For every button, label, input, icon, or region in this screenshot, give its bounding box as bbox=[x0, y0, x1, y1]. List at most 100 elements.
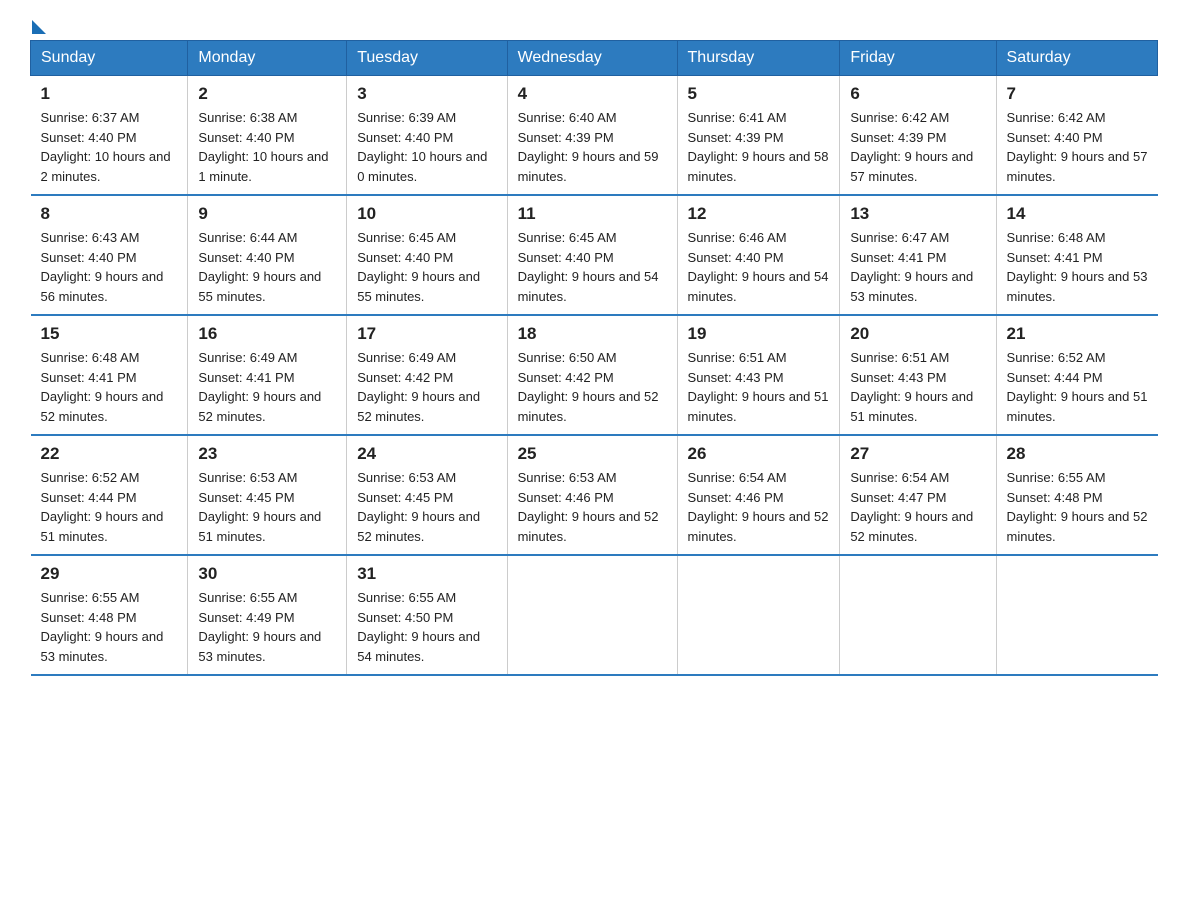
day-cell-27: 27 Sunrise: 6:54 AMSunset: 4:47 PMDayligh… bbox=[840, 435, 996, 555]
day-info: Sunrise: 6:53 AMSunset: 4:45 PMDaylight:… bbox=[198, 468, 336, 546]
day-cell-18: 18 Sunrise: 6:50 AMSunset: 4:42 PMDayligh… bbox=[507, 315, 677, 435]
day-cell-2: 2Sunrise: 6:38 AMSunset: 4:40 PMDaylight… bbox=[188, 76, 347, 196]
weekday-header-monday: Monday bbox=[188, 41, 347, 76]
day-cell-8: 8 Sunrise: 6:43 AMSunset: 4:40 PMDaylight… bbox=[31, 195, 188, 315]
day-cell-31: 31Sunrise: 6:55 AMSunset: 4:50 PMDayligh… bbox=[347, 555, 507, 675]
empty-cell bbox=[677, 555, 840, 675]
day-number: 12 bbox=[688, 204, 830, 224]
day-info: Sunrise: 6:51 AMSunset: 4:43 PMDaylight:… bbox=[850, 348, 985, 426]
day-number: 19 bbox=[688, 324, 830, 344]
day-cell-13: 13 Sunrise: 6:47 AMSunset: 4:41 PMDayligh… bbox=[840, 195, 996, 315]
day-number: 28 bbox=[1007, 444, 1148, 464]
day-cell-23: 23 Sunrise: 6:53 AMSunset: 4:45 PMDayligh… bbox=[188, 435, 347, 555]
day-info: Sunrise: 6:48 AMSunset: 4:41 PMDaylight:… bbox=[41, 348, 178, 426]
day-number: 27 bbox=[850, 444, 985, 464]
day-number: 25 bbox=[518, 444, 667, 464]
logo bbox=[30, 20, 46, 30]
day-cell-25: 25Sunrise: 6:53 AMSunset: 4:46 PMDayligh… bbox=[507, 435, 677, 555]
day-cell-4: 4 Sunrise: 6:40 AMSunset: 4:39 PMDaylight… bbox=[507, 76, 677, 196]
day-cell-10: 10 Sunrise: 6:45 AMSunset: 4:40 PMDayligh… bbox=[347, 195, 507, 315]
day-info: Sunrise: 6:44 AMSunset: 4:40 PMDaylight:… bbox=[198, 228, 336, 306]
day-cell-28: 28 Sunrise: 6:55 AMSunset: 4:48 PMDayligh… bbox=[996, 435, 1157, 555]
week-row-5: 29 Sunrise: 6:55 AMSunset: 4:48 PMDayligh… bbox=[31, 555, 1158, 675]
day-cell-16: 16 Sunrise: 6:49 AMSunset: 4:41 PMDayligh… bbox=[188, 315, 347, 435]
day-info: Sunrise: 6:55 AMSunset: 4:49 PMDaylight:… bbox=[198, 588, 336, 666]
week-row-1: 1 Sunrise: 6:37 AMSunset: 4:40 PMDaylight… bbox=[31, 76, 1158, 196]
day-cell-29: 29 Sunrise: 6:55 AMSunset: 4:48 PMDayligh… bbox=[31, 555, 188, 675]
day-info: Sunrise: 6:39 AMSunset: 4:40 PMDaylight:… bbox=[357, 108, 496, 186]
day-info: Sunrise: 6:55 AMSunset: 4:48 PMDaylight:… bbox=[1007, 468, 1148, 546]
day-info: Sunrise: 6:37 AMSunset: 4:40 PMDaylight:… bbox=[41, 108, 178, 186]
day-number: 5 bbox=[688, 84, 830, 104]
day-cell-30: 30 Sunrise: 6:55 AMSunset: 4:49 PMDayligh… bbox=[188, 555, 347, 675]
day-number: 4 bbox=[518, 84, 667, 104]
day-info: Sunrise: 6:45 AMSunset: 4:40 PMDaylight:… bbox=[357, 228, 496, 306]
weekday-header-wednesday: Wednesday bbox=[507, 41, 677, 76]
day-number: 30 bbox=[198, 564, 336, 584]
day-number: 22 bbox=[41, 444, 178, 464]
day-info: Sunrise: 6:49 AMSunset: 4:41 PMDaylight:… bbox=[198, 348, 336, 426]
day-number: 26 bbox=[688, 444, 830, 464]
day-cell-7: 7Sunrise: 6:42 AMSunset: 4:40 PMDaylight… bbox=[996, 76, 1157, 196]
day-cell-17: 17 Sunrise: 6:49 AMSunset: 4:42 PMDayligh… bbox=[347, 315, 507, 435]
day-info: Sunrise: 6:45 AMSunset: 4:40 PMDaylight:… bbox=[518, 228, 667, 306]
day-info: Sunrise: 6:42 AMSunset: 4:40 PMDaylight:… bbox=[1007, 108, 1148, 186]
day-number: 16 bbox=[198, 324, 336, 344]
day-number: 1 bbox=[41, 84, 178, 104]
day-cell-26: 26 Sunrise: 6:54 AMSunset: 4:46 PMDayligh… bbox=[677, 435, 840, 555]
weekday-header-sunday: Sunday bbox=[31, 41, 188, 76]
day-number: 24 bbox=[357, 444, 496, 464]
weekday-header-thursday: Thursday bbox=[677, 41, 840, 76]
day-number: 29 bbox=[41, 564, 178, 584]
logo-arrow-icon bbox=[32, 20, 46, 34]
day-number: 2 bbox=[198, 84, 336, 104]
day-number: 13 bbox=[850, 204, 985, 224]
day-number: 18 bbox=[518, 324, 667, 344]
day-info: Sunrise: 6:46 AMSunset: 4:40 PMDaylight:… bbox=[688, 228, 830, 306]
day-number: 8 bbox=[41, 204, 178, 224]
day-number: 15 bbox=[41, 324, 178, 344]
day-number: 9 bbox=[198, 204, 336, 224]
week-row-2: 8 Sunrise: 6:43 AMSunset: 4:40 PMDaylight… bbox=[31, 195, 1158, 315]
day-info: Sunrise: 6:43 AMSunset: 4:40 PMDaylight:… bbox=[41, 228, 178, 306]
day-number: 10 bbox=[357, 204, 496, 224]
day-cell-1: 1 Sunrise: 6:37 AMSunset: 4:40 PMDaylight… bbox=[31, 76, 188, 196]
week-row-4: 22 Sunrise: 6:52 AMSunset: 4:44 PMDayligh… bbox=[31, 435, 1158, 555]
day-cell-20: 20 Sunrise: 6:51 AMSunset: 4:43 PMDayligh… bbox=[840, 315, 996, 435]
empty-cell bbox=[840, 555, 996, 675]
calendar-table: SundayMondayTuesdayWednesdayThursdayFrid… bbox=[30, 40, 1158, 676]
day-cell-15: 15 Sunrise: 6:48 AMSunset: 4:41 PMDayligh… bbox=[31, 315, 188, 435]
day-info: Sunrise: 6:54 AMSunset: 4:46 PMDaylight:… bbox=[688, 468, 830, 546]
weekday-header-saturday: Saturday bbox=[996, 41, 1157, 76]
weekday-header-tuesday: Tuesday bbox=[347, 41, 507, 76]
page-header bbox=[30, 20, 1158, 30]
day-info: Sunrise: 6:40 AMSunset: 4:39 PMDaylight:… bbox=[518, 108, 667, 186]
day-number: 14 bbox=[1007, 204, 1148, 224]
day-number: 11 bbox=[518, 204, 667, 224]
weekday-header-row: SundayMondayTuesdayWednesdayThursdayFrid… bbox=[31, 41, 1158, 76]
day-cell-6: 6Sunrise: 6:42 AMSunset: 4:39 PMDaylight… bbox=[840, 76, 996, 196]
day-info: Sunrise: 6:52 AMSunset: 4:44 PMDaylight:… bbox=[41, 468, 178, 546]
day-cell-24: 24 Sunrise: 6:53 AMSunset: 4:45 PMDayligh… bbox=[347, 435, 507, 555]
week-row-3: 15 Sunrise: 6:48 AMSunset: 4:41 PMDayligh… bbox=[31, 315, 1158, 435]
day-info: Sunrise: 6:50 AMSunset: 4:42 PMDaylight:… bbox=[518, 348, 667, 426]
day-number: 17 bbox=[357, 324, 496, 344]
day-info: Sunrise: 6:55 AMSunset: 4:50 PMDaylight:… bbox=[357, 588, 496, 666]
day-number: 20 bbox=[850, 324, 985, 344]
day-info: Sunrise: 6:49 AMSunset: 4:42 PMDaylight:… bbox=[357, 348, 496, 426]
day-cell-3: 3Sunrise: 6:39 AMSunset: 4:40 PMDaylight… bbox=[347, 76, 507, 196]
day-info: Sunrise: 6:54 AMSunset: 4:47 PMDaylight:… bbox=[850, 468, 985, 546]
day-cell-11: 11 Sunrise: 6:45 AMSunset: 4:40 PMDayligh… bbox=[507, 195, 677, 315]
day-info: Sunrise: 6:55 AMSunset: 4:48 PMDaylight:… bbox=[41, 588, 178, 666]
weekday-header-friday: Friday bbox=[840, 41, 996, 76]
day-info: Sunrise: 6:47 AMSunset: 4:41 PMDaylight:… bbox=[850, 228, 985, 306]
day-info: Sunrise: 6:51 AMSunset: 4:43 PMDaylight:… bbox=[688, 348, 830, 426]
day-number: 21 bbox=[1007, 324, 1148, 344]
day-number: 23 bbox=[198, 444, 336, 464]
day-cell-21: 21Sunrise: 6:52 AMSunset: 4:44 PMDayligh… bbox=[996, 315, 1157, 435]
day-cell-22: 22 Sunrise: 6:52 AMSunset: 4:44 PMDayligh… bbox=[31, 435, 188, 555]
day-info: Sunrise: 6:41 AMSunset: 4:39 PMDaylight:… bbox=[688, 108, 830, 186]
day-cell-9: 9 Sunrise: 6:44 AMSunset: 4:40 PMDaylight… bbox=[188, 195, 347, 315]
day-info: Sunrise: 6:48 AMSunset: 4:41 PMDaylight:… bbox=[1007, 228, 1148, 306]
day-info: Sunrise: 6:53 AMSunset: 4:45 PMDaylight:… bbox=[357, 468, 496, 546]
